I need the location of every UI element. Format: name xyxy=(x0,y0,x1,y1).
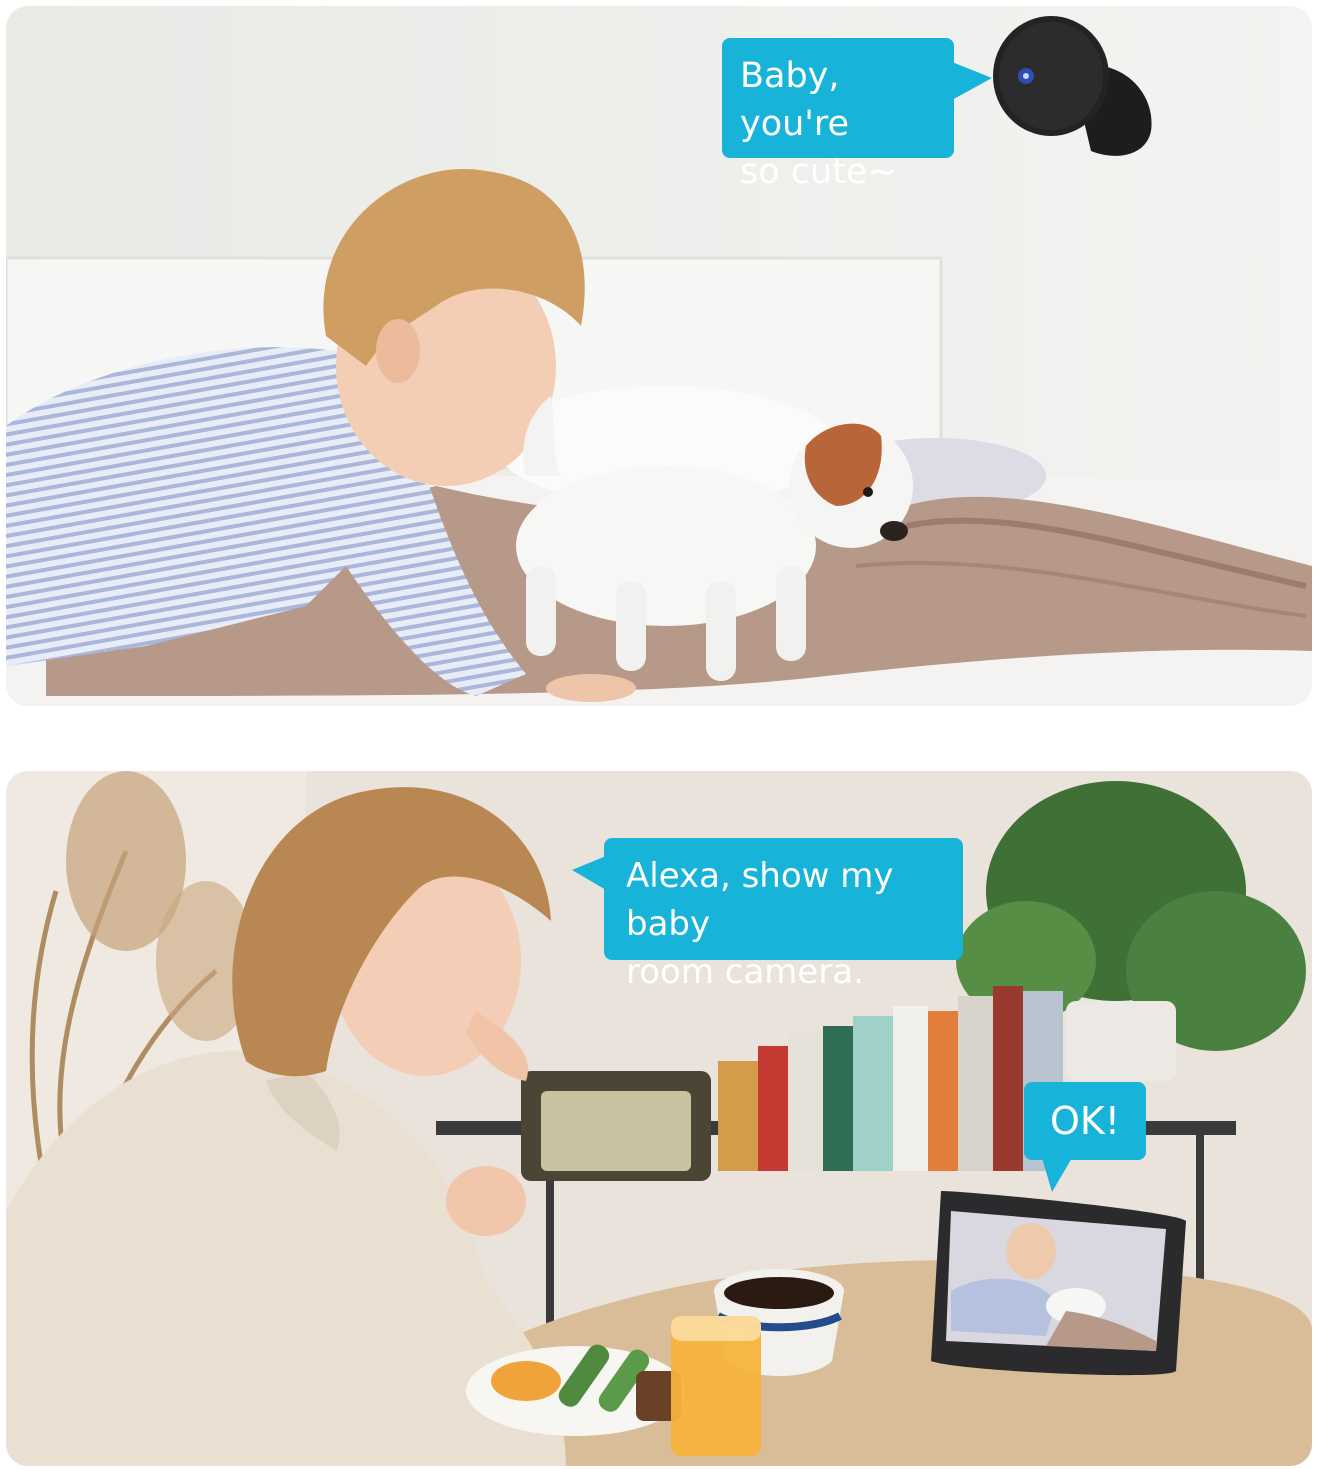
speech-bubble-tail xyxy=(1042,1158,1072,1192)
speech-bubble-line: room camera. xyxy=(626,952,864,992)
speech-bubble-line: so cute~ xyxy=(740,152,897,192)
speech-bubble-line: Alexa, show my baby xyxy=(626,856,894,944)
speech-bubble-tail xyxy=(952,62,992,100)
speech-bubble-baby: Baby, you're so cute~ xyxy=(722,38,954,192)
speech-bubble-tail xyxy=(572,856,606,890)
top-photo-panel xyxy=(6,6,1312,706)
speech-bubble-alexa-command: Alexa, show my baby room camera. xyxy=(604,838,963,992)
speech-bubble-ok: OK! xyxy=(1024,1082,1146,1160)
speech-bubble-line: OK! xyxy=(1049,1099,1121,1143)
speech-bubble-line: Baby, you're xyxy=(740,56,850,144)
smart-display-shape xyxy=(931,1191,1186,1376)
